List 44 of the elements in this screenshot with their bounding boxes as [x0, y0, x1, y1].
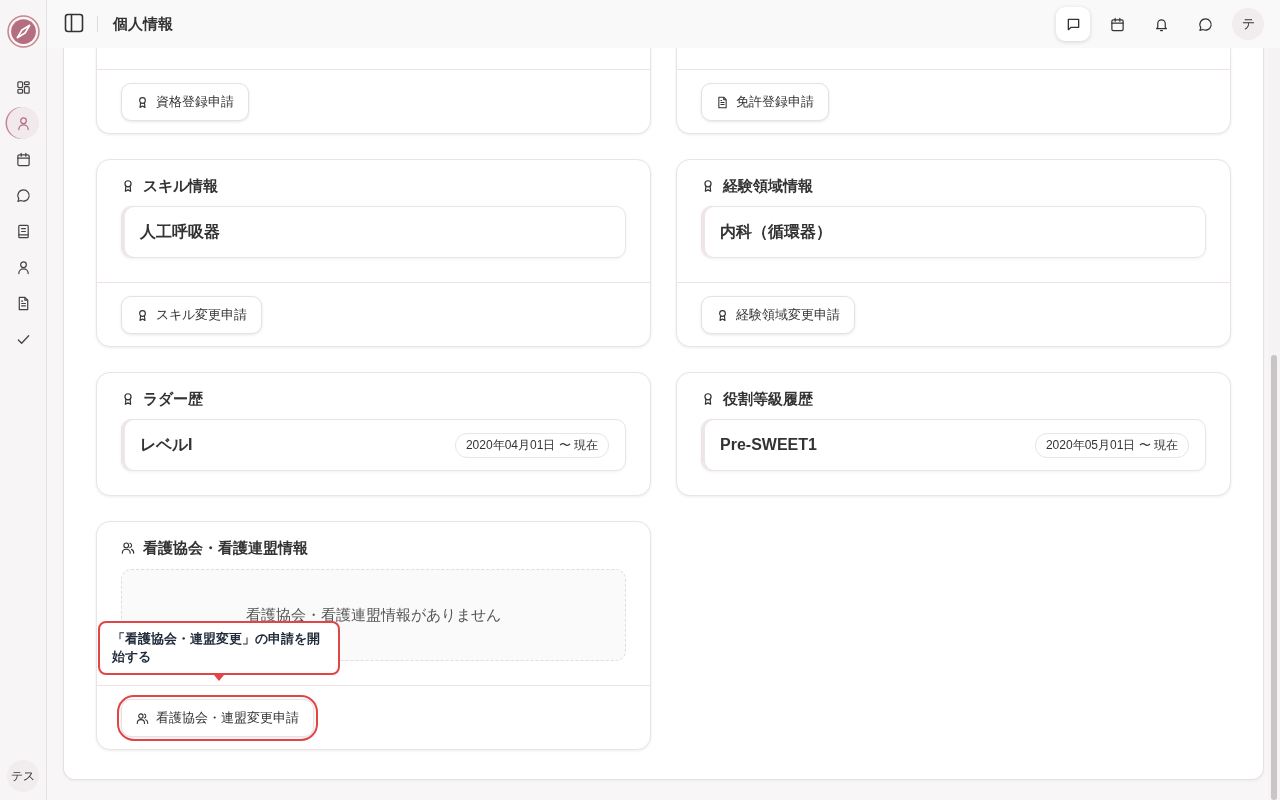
chat-icon — [1197, 16, 1213, 32]
request-button[interactable]: 看護協会・連盟変更申請 — [121, 699, 314, 737]
period-tag: 2020年04月01日 〜 現在 — [454, 432, 609, 458]
compass-logo-icon — [6, 15, 40, 48]
award-icon — [716, 308, 729, 322]
bell-icon — [1153, 16, 1169, 32]
card-title: 看護協会・看護連盟情報 — [143, 538, 308, 558]
chat-icon — [15, 187, 31, 203]
dashboard-icon — [15, 79, 31, 95]
calendar-icon — [15, 151, 31, 167]
request-button[interactable]: 経験領域変更申請 — [701, 296, 855, 334]
user-avatar[interactable]: テ — [1232, 8, 1264, 40]
award-icon — [121, 179, 135, 193]
request-button[interactable]: 資格登録申請 — [121, 83, 249, 121]
entry-name: レベルI — [140, 434, 193, 455]
person-icon — [15, 115, 31, 131]
users-icon — [121, 541, 135, 555]
entry-name: 内科（循環器） — [720, 221, 832, 242]
book-icon — [15, 223, 31, 239]
award-icon — [136, 95, 149, 109]
entry-name: Pre-SWEET1 — [720, 436, 817, 454]
message-icon — [1065, 16, 1081, 32]
person-icon — [15, 259, 31, 275]
tooltip-pointer — [214, 675, 224, 681]
card-title: 経験領域情報 — [723, 176, 813, 196]
entry-name: 人工呼吸器 — [140, 221, 220, 242]
document-icon — [716, 95, 729, 109]
award-icon — [121, 392, 135, 406]
award-icon — [701, 179, 715, 193]
tooltip: 「看護協会・連盟変更」の申請を開始する — [98, 621, 340, 675]
request-button[interactable]: 免許登録申請 — [701, 83, 829, 121]
header-button[interactable] — [1056, 7, 1090, 41]
award-icon — [701, 392, 715, 406]
sidebar-toggle-icon[interactable] — [63, 13, 85, 35]
card-title: スキル情報 — [143, 176, 218, 196]
page-title: 個人情報 — [113, 14, 173, 34]
calendar-icon — [1109, 16, 1125, 32]
card-title: ラダー歴 — [143, 389, 203, 409]
period-tag: 2020年05月01日 〜 現在 — [1034, 432, 1189, 458]
user-avatar[interactable]: テス — [7, 760, 39, 792]
award-icon — [136, 308, 149, 322]
users-icon — [136, 711, 149, 725]
request-button[interactable]: スキル変更申請 — [121, 296, 262, 334]
card-title: 役割等級履歴 — [723, 389, 813, 409]
